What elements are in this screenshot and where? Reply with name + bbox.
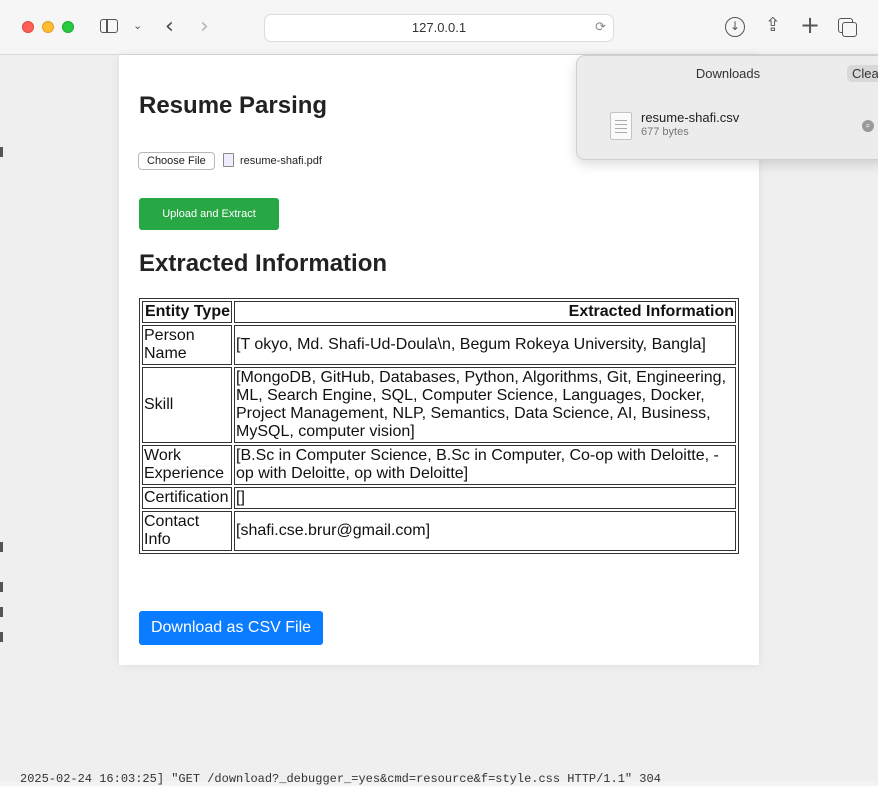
extracted-value-cell: [T okyo, Md. Shafi-Ud-Doula\n, Begum Rok…	[234, 325, 736, 365]
table-row: Work Experience [B.Sc in Computer Scienc…	[142, 445, 736, 485]
table-row: Skill [MongoDB, GitHub, Databases, Pytho…	[142, 367, 736, 443]
csv-file-icon[interactable]	[610, 112, 632, 140]
entity-type-cell: Skill	[142, 367, 232, 443]
table-row: Contact Info [shafi.cse.brur@gmail.com]	[142, 511, 736, 551]
clear-downloads-button[interactable]: Clea	[847, 65, 878, 82]
entity-type-cell: Person Name	[142, 325, 232, 365]
minimize-window-button[interactable]	[42, 21, 54, 33]
extracted-value-cell: [shafi.cse.brur@gmail.com]	[234, 511, 736, 551]
show-in-finder-icon[interactable]: ⌕	[862, 120, 874, 132]
extracted-heading: Extracted Information	[139, 250, 388, 277]
selected-file-name: resume-shafi.pdf	[240, 155, 322, 167]
sidebar-icon[interactable]	[100, 19, 118, 33]
entity-type-cell: Work Experience	[142, 445, 232, 485]
browser-toolbar: ⌄ ‹ › 127.0.0.1 ⟳ ↓ ⇪ +	[0, 0, 878, 55]
reload-icon[interactable]: ⟳	[595, 15, 606, 41]
downloads-title: Downloads	[695, 66, 761, 81]
page-title: Resume Parsing	[139, 92, 328, 119]
new-tab-icon[interactable]: +	[800, 11, 820, 39]
header-extracted-information: Extracted Information	[234, 301, 736, 323]
url-text: 127.0.0.1	[411, 20, 467, 35]
download-csv-button[interactable]: Download as CSV File	[139, 611, 323, 645]
background-mark	[0, 607, 3, 617]
extracted-value-cell: [MongoDB, GitHub, Databases, Python, Alg…	[234, 367, 736, 443]
background-terminal-text: 2025-02-24 16:03:25] "GET /download?_deb…	[20, 772, 661, 786]
close-window-button[interactable]	[22, 21, 34, 33]
tab-overview-icon[interactable]	[838, 18, 857, 37]
back-icon[interactable]: ‹	[165, 14, 174, 39]
zoom-window-button[interactable]	[62, 21, 74, 33]
choose-file-button[interactable]: Choose File	[138, 152, 215, 170]
background-mark	[0, 542, 3, 552]
background-mark	[0, 147, 3, 157]
pdf-file-icon	[223, 153, 234, 167]
download-icon[interactable]: ↓	[725, 17, 745, 37]
entity-type-cell: Certification	[142, 487, 232, 509]
download-file-name[interactable]: resume-shafi.csv	[641, 110, 739, 125]
table-row: Certification []	[142, 487, 736, 509]
downloads-popover: Downloads Clea resume-shafi.csv 677 byte…	[576, 55, 878, 160]
upload-extract-button[interactable]: Upload and Extract	[139, 198, 279, 230]
forward-icon[interactable]: ›	[200, 14, 209, 39]
table-header-row: Entity Type Extracted Information	[142, 301, 736, 323]
background-mark	[0, 582, 3, 592]
download-file-size: 677 bytes	[641, 126, 689, 138]
table-row: Person Name [T okyo, Md. Shafi-Ud-Doula\…	[142, 325, 736, 365]
share-icon[interactable]: ⇪	[765, 14, 781, 36]
header-entity-type: Entity Type	[142, 301, 232, 323]
background-mark	[0, 632, 3, 642]
extracted-value-cell: [B.Sc in Computer Science, B.Sc in Compu…	[234, 445, 736, 485]
entity-type-cell: Contact Info	[142, 511, 232, 551]
address-bar[interactable]: 127.0.0.1 ⟳	[264, 14, 614, 42]
extracted-table: Entity Type Extracted Information Person…	[139, 298, 739, 554]
extracted-value-cell: []	[234, 487, 736, 509]
chevron-down-icon[interactable]: ⌄	[133, 19, 142, 32]
